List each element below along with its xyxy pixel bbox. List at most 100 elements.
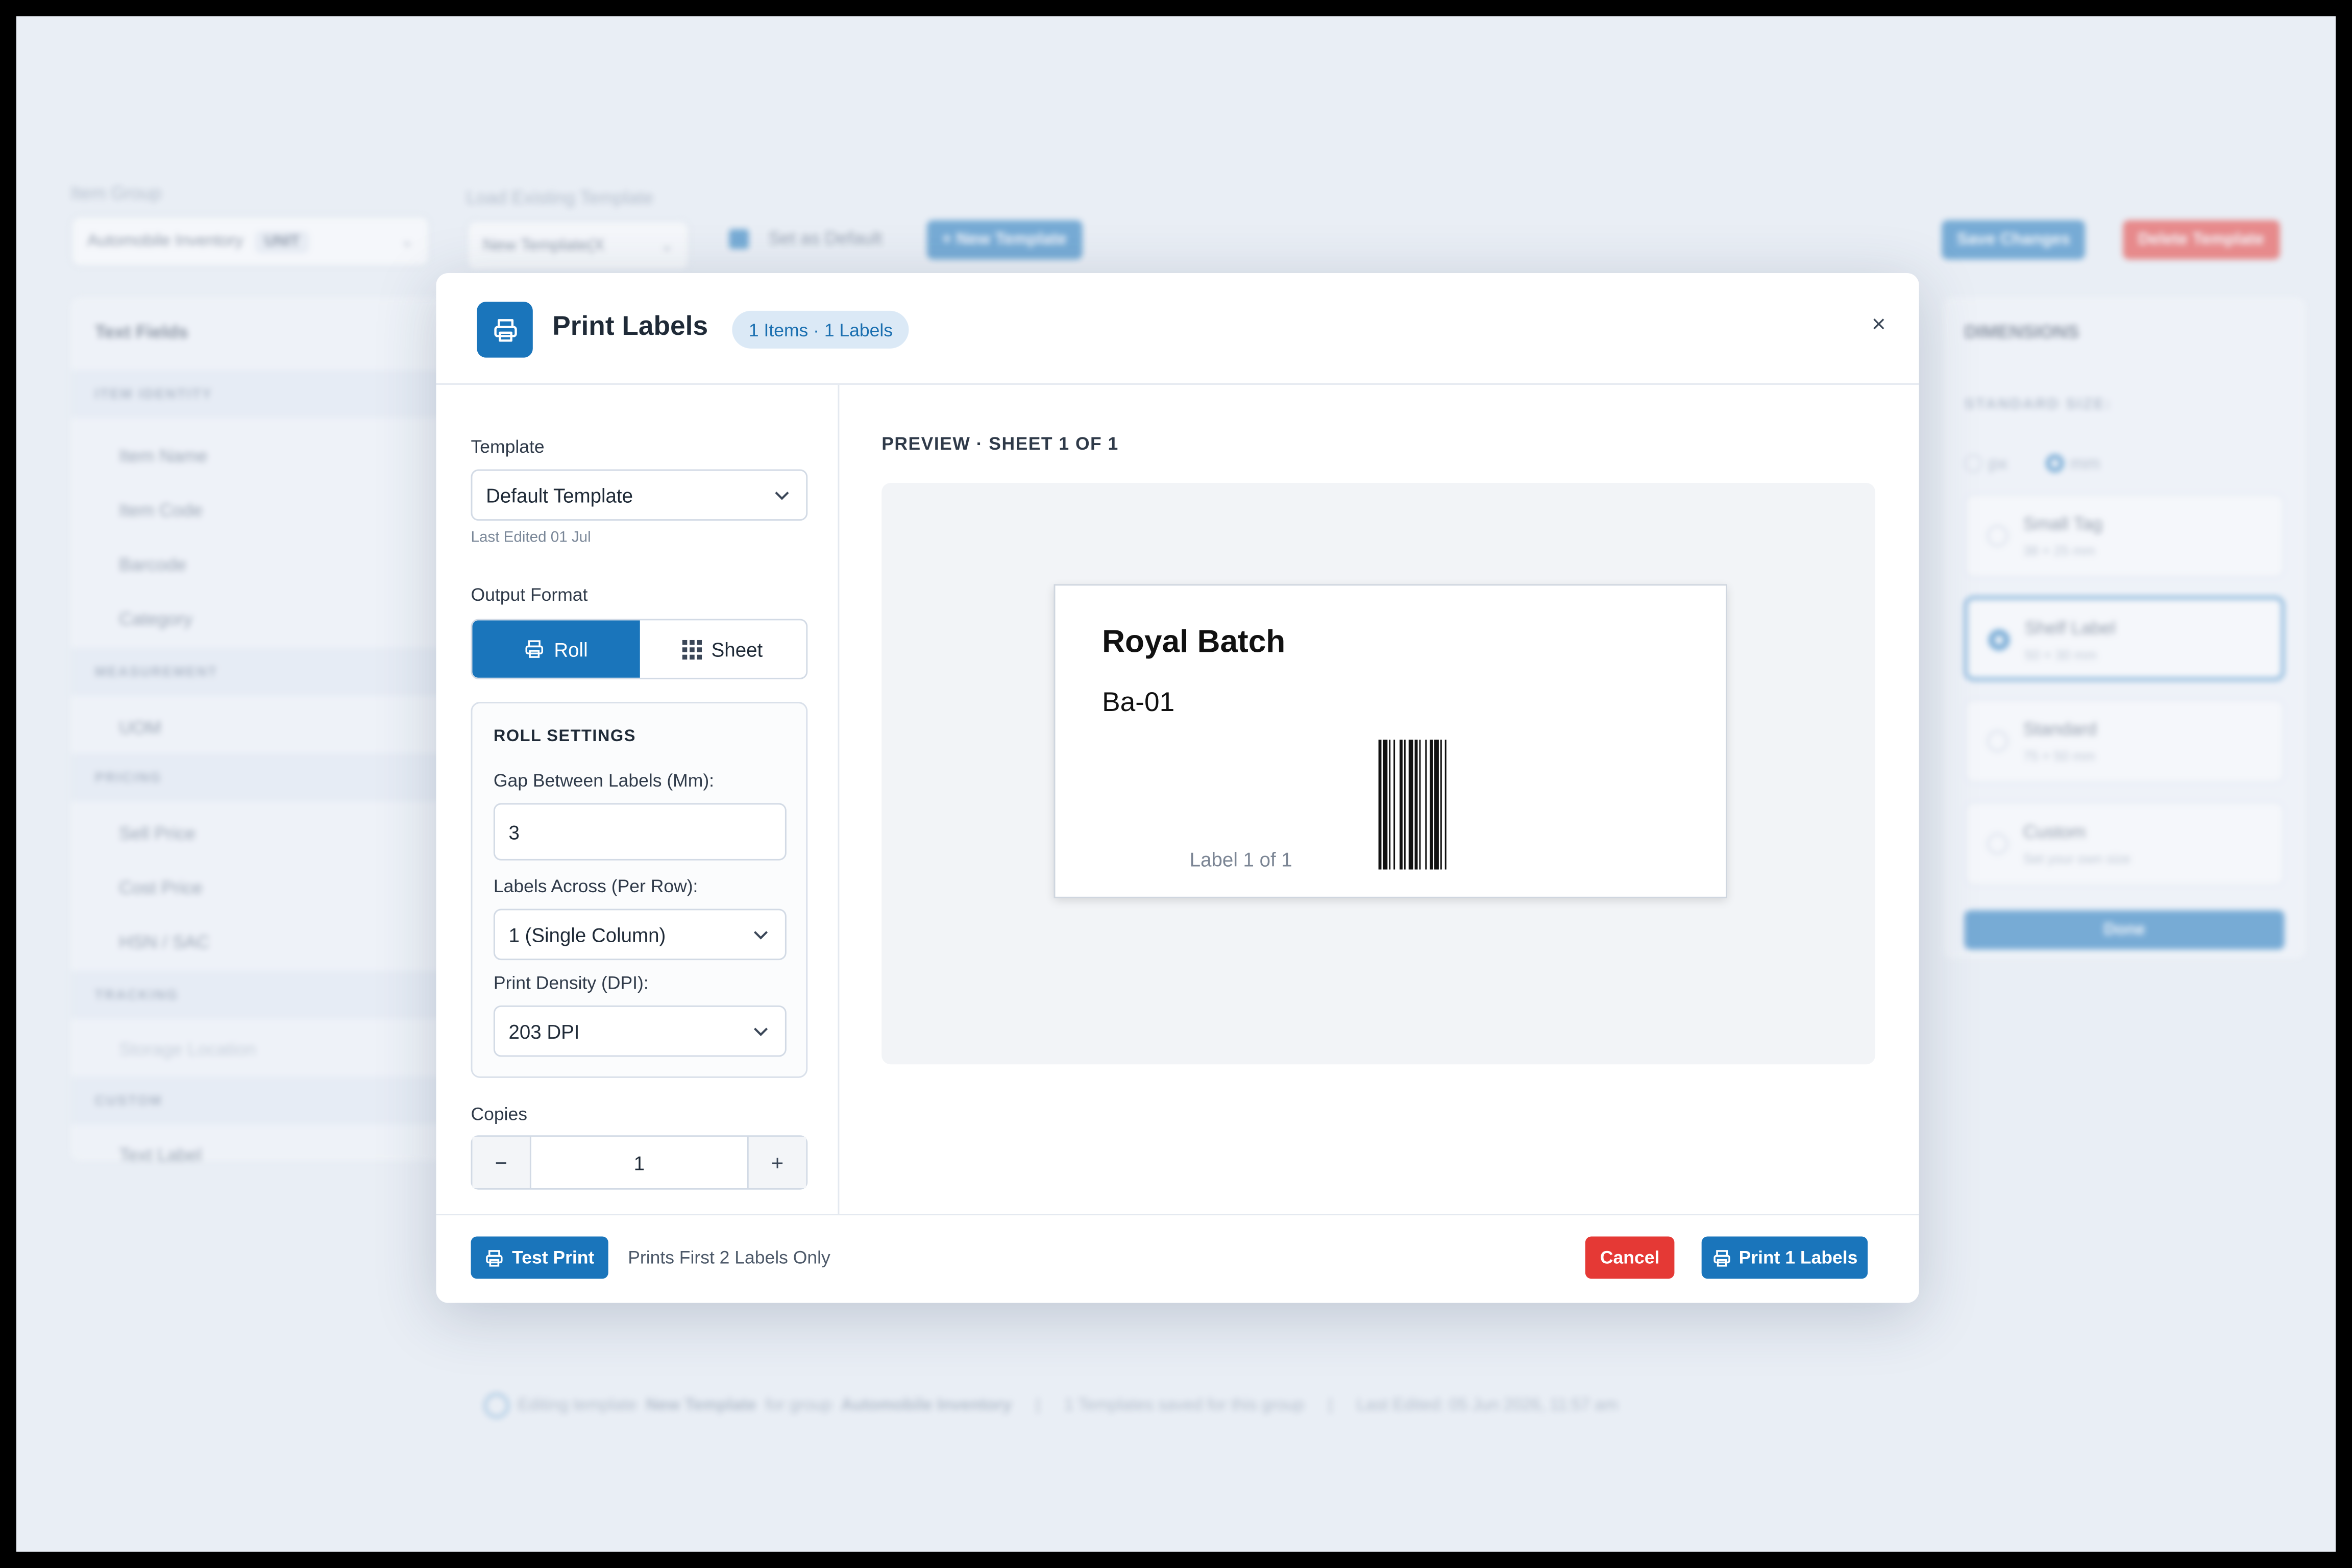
labels-across-select[interactable]: 1 (Single Column) <box>493 909 787 961</box>
section-pricing: PRICING <box>70 753 446 802</box>
barcode-bar <box>1425 740 1427 870</box>
load-template-label: Load Existing Template <box>466 187 654 208</box>
field-item-name[interactable]: Item Name <box>119 445 208 466</box>
close-icon[interactable]: × <box>1872 312 1886 339</box>
cancel-button[interactable]: Cancel <box>1585 1236 1675 1279</box>
size-dims: 38 × 25 mm <box>2023 543 2096 559</box>
copies-value[interactable]: 1 <box>529 1137 749 1188</box>
output-format-label: Output Format <box>471 584 588 605</box>
barcode-bar <box>1430 740 1433 870</box>
print-labels-button[interactable]: Print 1 Labels <box>1701 1236 1868 1279</box>
info-icon <box>484 1393 509 1418</box>
field-item-code[interactable]: Item Code <box>119 500 203 521</box>
section-item-identity: ITEM IDENTITY <box>70 370 446 418</box>
template-value: Default Template <box>486 483 633 507</box>
item-group-value: Automobile Inventory <box>87 232 243 251</box>
field-category[interactable]: Category <box>119 608 192 629</box>
chevron-down-icon <box>753 931 768 940</box>
format-roll-label: Roll <box>554 638 588 660</box>
modal-header: Print Labels 1 Items · 1 Labels × <box>436 273 1919 385</box>
done-button[interactable]: Done <box>1964 910 2285 950</box>
printer-icon <box>1713 1249 1730 1266</box>
size-radio <box>1987 525 2008 547</box>
grid-icon <box>682 639 702 659</box>
dimensions-panel: DIMENSIONS STANDARD SIZE: px mm Small Ta… <box>1943 297 2306 959</box>
barcode-bar <box>1444 740 1447 870</box>
item-group-select[interactable]: Automobile Inventory UNIT ⌄ <box>70 215 430 267</box>
field-uom[interactable]: UOM <box>119 717 161 738</box>
delete-template-button[interactable]: Delete Template <box>2123 220 2280 260</box>
radio-mm[interactable] <box>2046 454 2064 473</box>
set-default-label: Set as Default <box>768 228 883 249</box>
barcode-bar <box>1399 740 1403 870</box>
barcode-bar <box>1393 740 1395 870</box>
barcode-bar <box>1404 740 1406 870</box>
test-print-button[interactable]: Test Print <box>471 1236 608 1279</box>
barcode-bar <box>1408 740 1413 870</box>
status-footer: Editing template New Template for group … <box>484 1393 1618 1418</box>
gap-label: Gap Between Labels (Mm): <box>493 770 715 791</box>
footer-template: New Template <box>646 1396 756 1415</box>
print-labels-modal: Print Labels 1 Items · 1 Labels × Templa… <box>436 273 1919 1303</box>
label-item-name: Royal Batch <box>1102 625 1286 660</box>
template-label: Template <box>471 436 545 457</box>
section-measurement: MEASUREMENT <box>70 647 446 696</box>
barcode-bar <box>1434 740 1439 870</box>
printer-icon <box>525 640 544 658</box>
field-sell-price[interactable]: Sell Price <box>119 823 195 844</box>
copies-label: Copies <box>471 1104 528 1125</box>
roll-settings-title: ROLL SETTINGS <box>493 727 636 746</box>
section-tracking: TRACKING <box>70 970 446 1019</box>
field-hsn-sac[interactable]: HSN / SAC <box>119 932 210 952</box>
unit-badge: UNIT <box>255 230 309 253</box>
size-dims: Set your own size <box>2023 851 2131 867</box>
unit-mm-label: mm <box>2070 453 2100 474</box>
barcode-bar <box>1419 740 1421 870</box>
test-print-label: Test Print <box>512 1247 595 1268</box>
preview-column: PREVIEW · SHEET 1 OF 1 Royal Batch Ba-01… <box>839 385 1919 1214</box>
template-select[interactable]: Default Template <box>471 469 808 521</box>
print-labels-label: Print 1 Labels <box>1738 1247 1858 1268</box>
labels-across-value: 1 (Single Column) <box>508 923 666 946</box>
field-cost-price[interactable]: Cost Price <box>119 877 203 898</box>
preview-title: PREVIEW · SHEET 1 OF 1 <box>881 433 1119 454</box>
barcode-bar <box>1414 740 1418 870</box>
save-changes-button[interactable]: Save Changes <box>1942 220 2086 260</box>
load-template-select[interactable]: New Template(X ⌄ <box>466 220 690 272</box>
field-storage-location[interactable]: Storage Location <box>119 1039 256 1060</box>
gap-input[interactable]: 3 <box>493 803 787 861</box>
label-item-code: Ba-01 <box>1102 687 1175 717</box>
screen-frame: Item Group Automobile Inventory UNIT ⌄ L… <box>16 16 2336 1552</box>
footer-saved: 1 Templates saved for this group <box>1064 1396 1304 1415</box>
size-card-custom[interactable]: Custom Set your own size <box>1964 801 2285 887</box>
radio-px[interactable] <box>1964 454 1982 473</box>
section-custom: CUSTOM <box>70 1076 446 1125</box>
size-name: Custom <box>2023 821 2086 843</box>
label-preview: Royal Batch Ba-01 Label 1 of 1 <box>1054 584 1727 898</box>
size-card-standard[interactable]: Standard 75 × 50 mm <box>1964 699 2285 783</box>
standard-size-label: STANDARD SIZE: <box>1964 397 2112 414</box>
chevron-down-icon: ⌄ <box>660 237 673 254</box>
items-count-badge: 1 Items · 1 Labels <box>732 310 910 349</box>
set-default-checkbox[interactable] <box>729 229 749 249</box>
field-barcode[interactable]: Barcode <box>119 554 186 575</box>
format-sheet-label: Sheet <box>711 638 763 660</box>
format-roll-button[interactable]: Roll <box>472 620 640 678</box>
footer-edited: Last Edited: 05 Jun 2026, 11:57 am <box>1357 1396 1618 1415</box>
preview-area: Royal Batch Ba-01 Label 1 of 1 <box>881 483 1875 1065</box>
load-template-value: New Template(X <box>483 236 605 255</box>
settings-column: Template Default Template Last Edited 01… <box>436 384 840 1214</box>
size-card-small-tag[interactable]: Small Tag 38 × 25 mm <box>1964 493 2285 578</box>
footer-mid: for group <box>765 1396 832 1415</box>
print-density-select[interactable]: 203 DPI <box>493 1005 787 1057</box>
footer-group: Automobile Inventory <box>841 1396 1012 1415</box>
field-text-label[interactable]: Text Label <box>119 1144 202 1165</box>
new-template-button[interactable]: + New Template <box>926 220 1082 260</box>
size-card-shelf-label[interactable]: Shelf Label 50 × 30 mm <box>1964 596 2285 681</box>
barcode-bar <box>1440 740 1442 870</box>
decrement-button[interactable]: − <box>472 1137 530 1188</box>
stage: Item Group Automobile Inventory UNIT ⌄ L… <box>16 16 2336 1552</box>
increment-button[interactable]: + <box>748 1137 806 1188</box>
format-sheet-button[interactable]: Sheet <box>639 620 806 678</box>
gap-value: 3 <box>508 820 520 843</box>
